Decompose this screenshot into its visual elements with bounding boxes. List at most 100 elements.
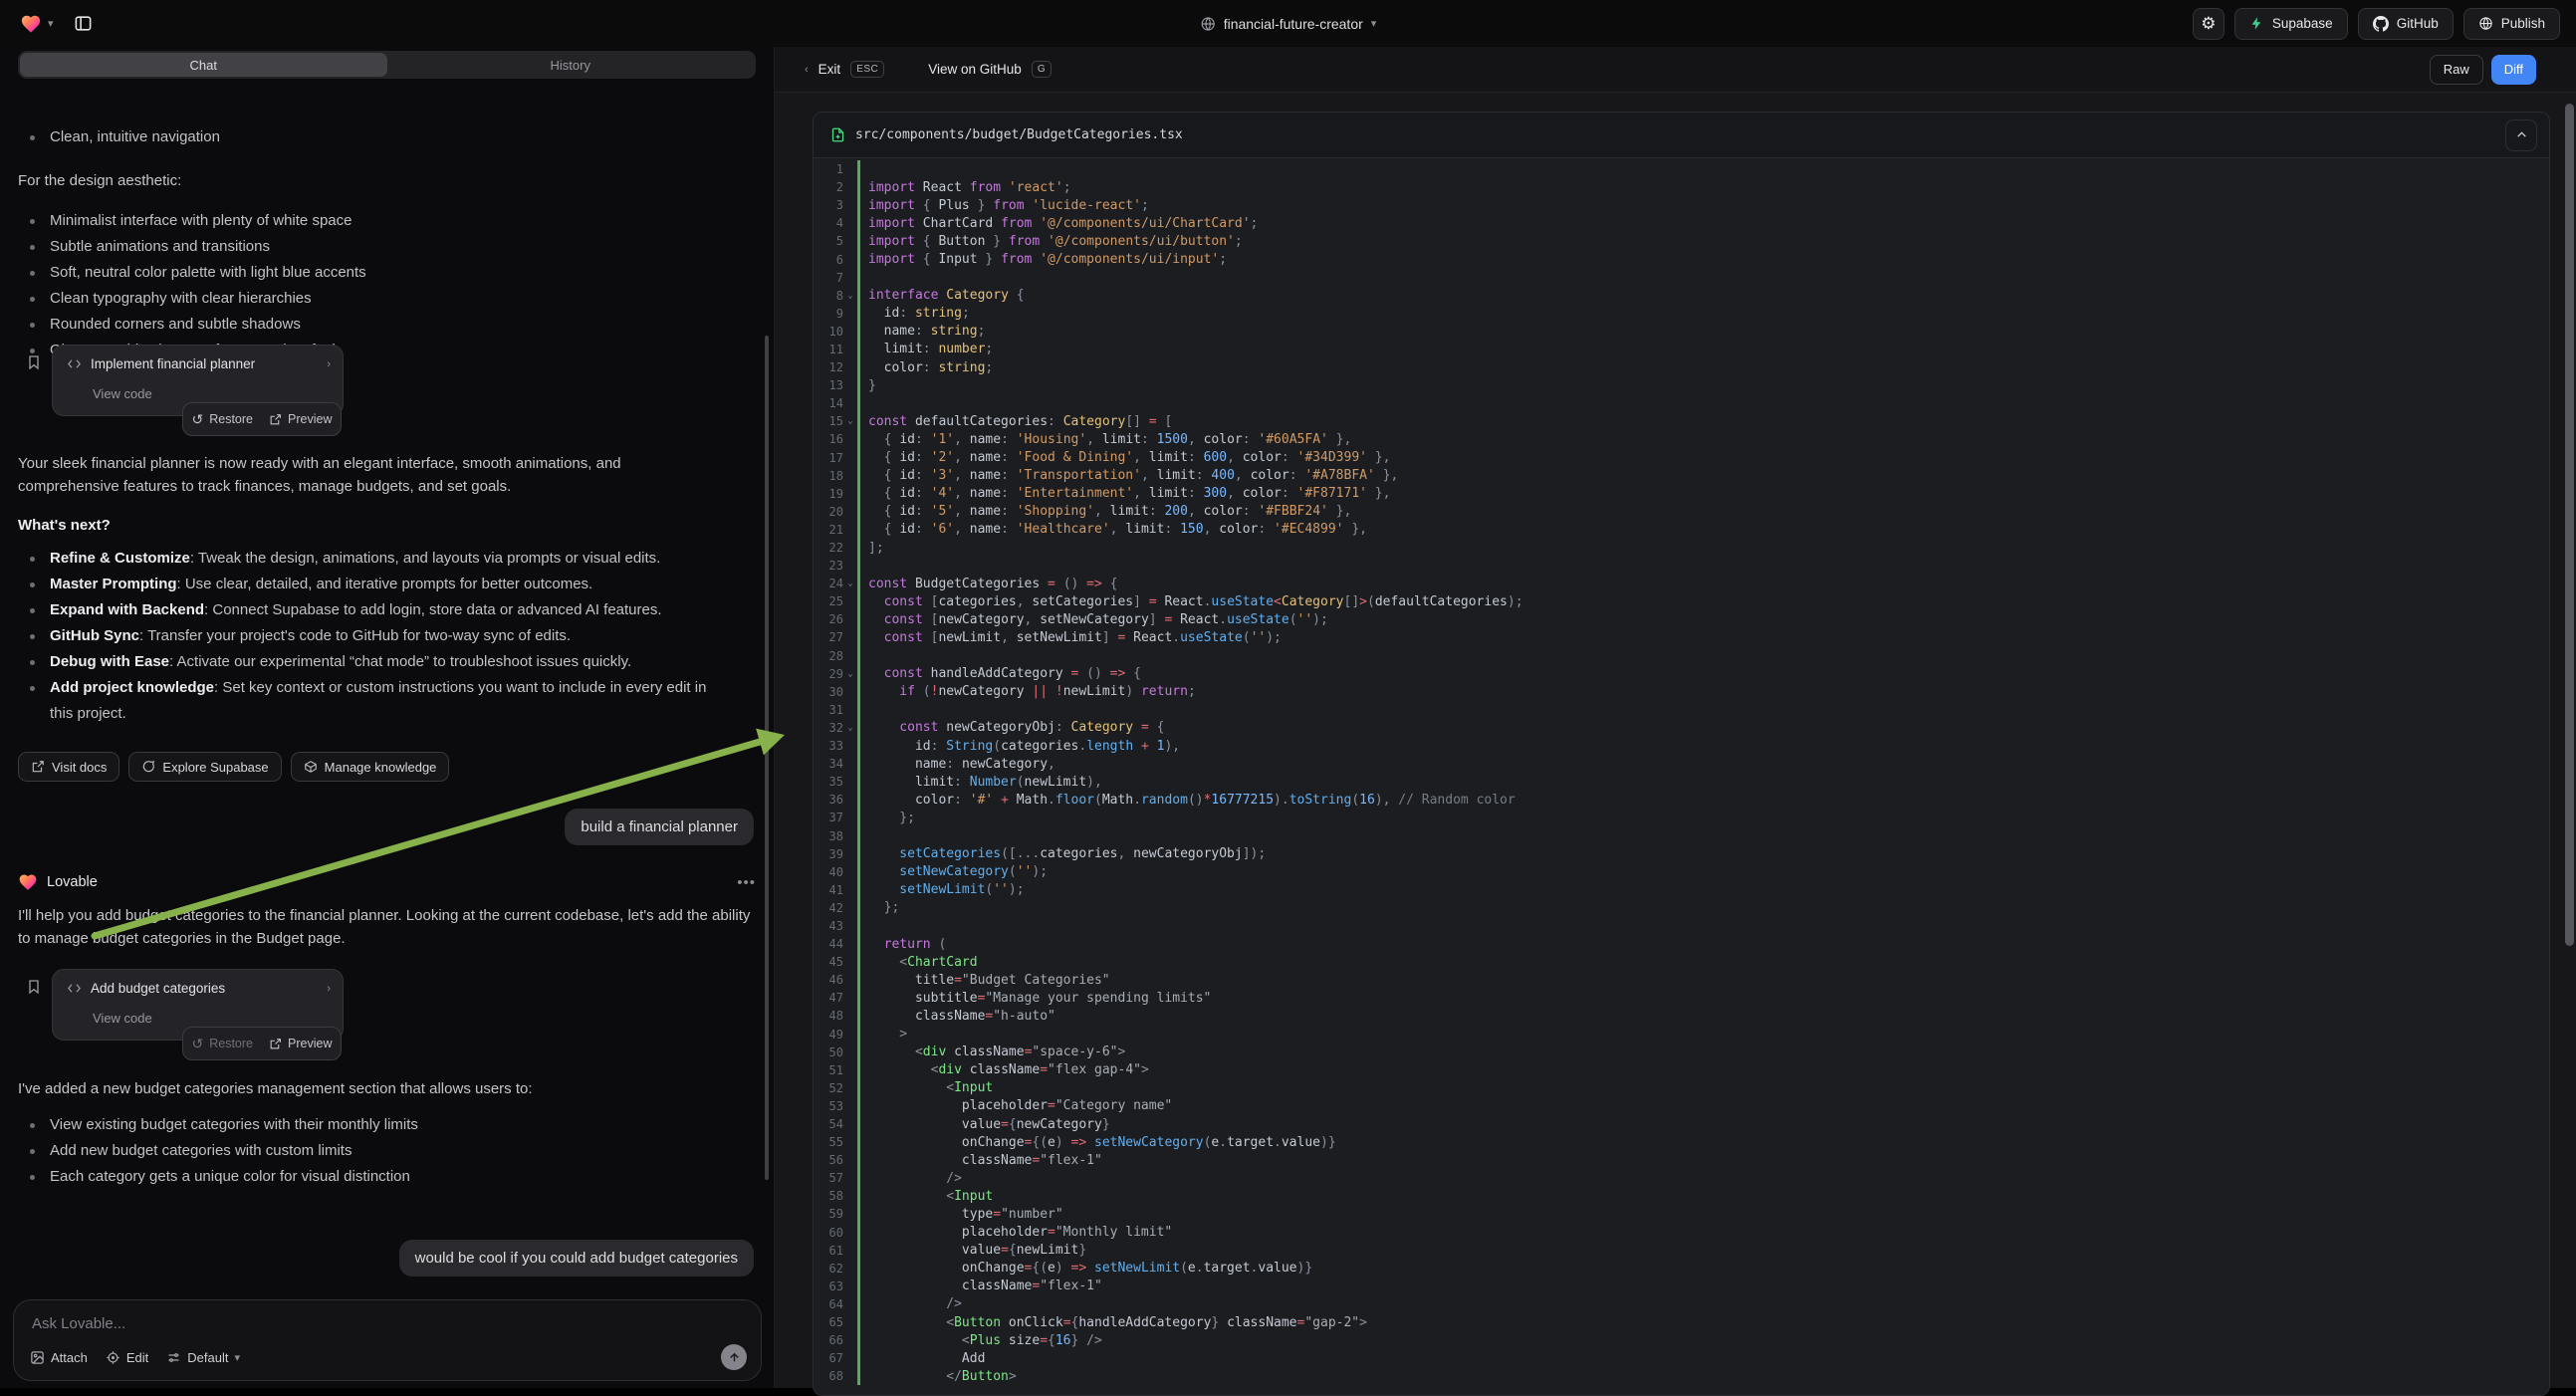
- code-lines: 12import React from 'react';3import { Pl…: [814, 158, 2549, 1395]
- bookmark-icon[interactable]: [26, 979, 42, 995]
- lovable-logo-heart-icon[interactable]: [20, 13, 42, 35]
- code-line: 9 id: string;: [814, 305, 2549, 323]
- chevron-up-icon: [2515, 128, 2528, 141]
- code-scrollbar[interactable]: [2565, 104, 2574, 946]
- code-line: 22];: [814, 539, 2549, 557]
- workspace-chevron-down-icon[interactable]: ▾: [48, 17, 54, 30]
- code-line: 58 <Input: [814, 1187, 2549, 1205]
- list-item: Expand with Backend: Connect Supabase to…: [18, 597, 727, 623]
- project-globe-icon: [1200, 16, 1216, 32]
- list-item: Rounded corners and subtle shadows: [18, 312, 727, 338]
- g-shortcut-badge: G: [1032, 61, 1052, 78]
- code-line: 26 const [newCategory, setNewCategory] =…: [814, 610, 2549, 628]
- code-line: 54 value={newCategory}: [814, 1115, 2549, 1133]
- code-line: 33 id: String(categories.length + 1),: [814, 737, 2549, 755]
- code-line: 66 <Plus size={16} />: [814, 1331, 2549, 1349]
- project-switcher[interactable]: financial-future-creator ▾: [1200, 0, 1377, 47]
- view-code-link[interactable]: View code: [93, 1011, 152, 1026]
- list-item: Master Prompting: Use clear, detailed, a…: [18, 572, 727, 597]
- code-line: 4import ChartCard from '@/components/ui/…: [814, 214, 2549, 232]
- visit-docs-button[interactable]: Visit docs: [18, 752, 119, 782]
- tab-history[interactable]: History: [387, 53, 755, 77]
- code-line: 55 onChange={(e) => setNewCategory(e.tar…: [814, 1133, 2549, 1151]
- publish-button[interactable]: Publish: [2463, 8, 2560, 40]
- view-on-github-button[interactable]: View on GitHub: [928, 62, 1022, 77]
- attach-button[interactable]: Attach: [30, 1350, 88, 1365]
- code-line: 7: [814, 269, 2549, 287]
- code-line: 47 subtitle="Manage your spending limits…: [814, 989, 2549, 1007]
- github-button[interactable]: GitHub: [2358, 8, 2454, 40]
- project-name: financial-future-creator: [1224, 16, 1363, 32]
- code-line: 61 value={newLimit}: [814, 1242, 2549, 1260]
- chevron-right-icon[interactable]: ›: [327, 358, 331, 370]
- image-icon: [30, 1350, 45, 1365]
- code-line: 62 onChange={(e) => setNewLimit(e.target…: [814, 1260, 2549, 1278]
- mode-selector[interactable]: Default ▾: [166, 1350, 240, 1365]
- sidebar-toggle-button[interactable]: [68, 8, 100, 40]
- code-line: 14: [814, 394, 2549, 412]
- version-card-title: Implement financial planner: [91, 356, 318, 371]
- code-line: 35 limit: Number(newLimit),: [814, 773, 2549, 791]
- exit-button[interactable]: Exit: [819, 62, 841, 77]
- scrolled-bullet-list: Clean, intuitive navigation: [18, 124, 727, 150]
- restore-button[interactable]: ↺ Restore: [192, 411, 254, 428]
- restore-icon: ↺: [192, 411, 204, 428]
- manage-knowledge-button[interactable]: Manage knowledge: [291, 752, 450, 782]
- composer-input[interactable]: Ask Lovable...: [32, 1315, 125, 1332]
- chat-composer[interactable]: Ask Lovable... Attach Edit: [13, 1299, 762, 1381]
- added-bullet-list: View existing budget categories with the…: [18, 1112, 727, 1190]
- edit-button[interactable]: Edit: [106, 1350, 148, 1365]
- settings-button[interactable]: ⚙: [2193, 8, 2225, 40]
- preview-button[interactable]: Preview: [269, 1037, 332, 1050]
- chat-bubble-icon: [141, 760, 155, 774]
- code-line: 50 <div className="space-y-6">: [814, 1044, 2549, 1061]
- diff-button[interactable]: Diff: [2491, 55, 2536, 85]
- code-icon: [67, 356, 82, 371]
- external-link-icon: [269, 1038, 282, 1050]
- restore-button[interactable]: ↺ Restore: [192, 1036, 254, 1052]
- chat-history-tabs: Chat History: [18, 51, 756, 79]
- added-paragraph: I've added a new budget categories manag…: [18, 1077, 755, 1100]
- code-line: 6import { Input } from '@/components/ui/…: [814, 250, 2549, 268]
- code-line: 23: [814, 557, 2549, 575]
- explore-supabase-button[interactable]: Explore Supabase: [128, 752, 281, 782]
- code-line: 41 setNewLimit('');: [814, 881, 2549, 899]
- supabase-button[interactable]: Supabase: [2234, 8, 2348, 40]
- chevron-left-icon[interactable]: ‹: [805, 64, 809, 76]
- file-header[interactable]: src/components/budget/BudgetCategories.t…: [814, 113, 2549, 158]
- code-line: 59 type="number": [814, 1205, 2549, 1223]
- design-bullet-list: Minimalist interface with plenty of whit…: [18, 208, 727, 363]
- chat-scrollbar[interactable]: [765, 336, 769, 1180]
- design-intro-text: For the design aesthetic:: [18, 169, 181, 192]
- code-line: 32⌄ const newCategoryObj: Category = {: [814, 719, 2549, 737]
- collapse-file-button[interactable]: [2505, 119, 2537, 151]
- top-bar: ▾ financial-future-creator ▾ ⚙ Supabase: [0, 0, 2576, 47]
- code-diff-panel: ‹ Exit ESC View on GitHub G Raw Diff src…: [774, 47, 2576, 1388]
- code-line: 20 { id: '5', name: 'Shopping', limit: 2…: [814, 503, 2549, 521]
- tab-chat[interactable]: Chat: [20, 53, 387, 77]
- bookmark-icon[interactable]: [26, 354, 42, 370]
- code-line: 36 color: '#' + Math.floor(Math.random()…: [814, 791, 2549, 809]
- package-icon: [304, 760, 318, 774]
- action-buttons-row: Visit docs Explore Supabase Manage knowl…: [18, 752, 449, 782]
- file-path: src/components/budget/BudgetCategories.t…: [855, 127, 1183, 142]
- code-line: 11 limit: number;: [814, 341, 2549, 358]
- more-options-icon[interactable]: •••: [737, 874, 756, 891]
- app-window: ▾ financial-future-creator ▾ ⚙ Supabase: [0, 0, 2576, 1388]
- code-line: 46 title="Budget Categories": [814, 971, 2549, 989]
- preview-button[interactable]: Preview: [269, 412, 332, 426]
- code-line: 18 { id: '3', name: 'Transportation', li…: [814, 467, 2549, 485]
- code-line: 44 return (: [814, 935, 2549, 953]
- list-item: Add project knowledge: Set key context o…: [18, 675, 727, 727]
- raw-button[interactable]: Raw: [2430, 55, 2483, 85]
- external-link-icon: [31, 760, 45, 774]
- send-button[interactable]: [721, 1344, 747, 1370]
- list-item: View existing budget categories with the…: [18, 1112, 727, 1138]
- chevron-right-icon[interactable]: ›: [327, 983, 331, 995]
- publish-globe-icon: [2478, 16, 2493, 31]
- github-icon: [2373, 16, 2389, 32]
- view-code-link[interactable]: View code: [93, 386, 152, 401]
- code-line: 21 { id: '6', name: 'Healthcare', limit:…: [814, 521, 2549, 539]
- ready-paragraph: Your sleek financial planner is now read…: [18, 452, 715, 498]
- code-line: 31: [814, 701, 2549, 719]
